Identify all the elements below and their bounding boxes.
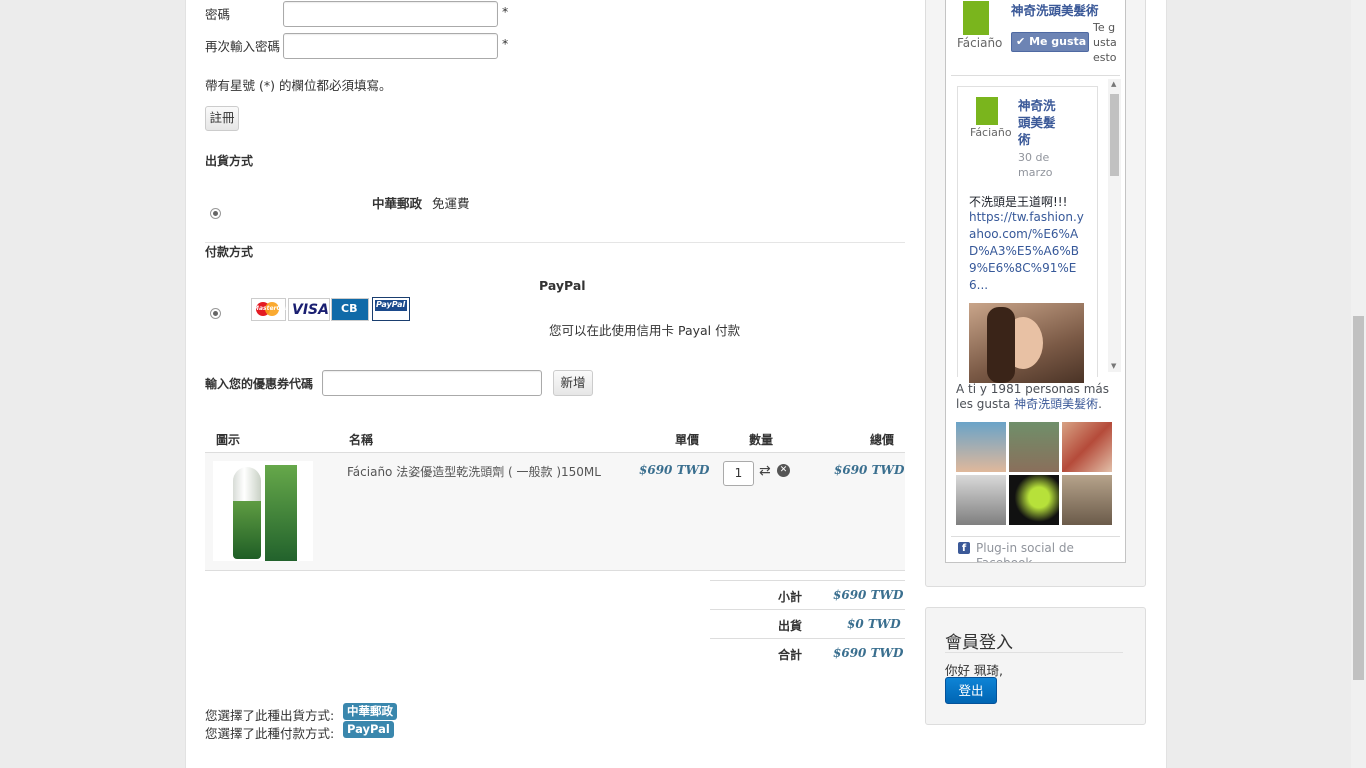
- fan-photos: [956, 422, 1116, 528]
- header-unit-price: 單價: [675, 433, 700, 447]
- login-heading: 會員登入: [945, 633, 1013, 653]
- payment-description: 您可以在此使用信用卡 Payal 付款: [549, 323, 741, 338]
- page-scrollbar-thumb[interactable]: [1353, 316, 1364, 680]
- scroll-up-icon[interactable]: ▲: [1111, 80, 1116, 88]
- post-text: 不洗頭是王道啊!!!: [969, 195, 1068, 209]
- line-total: $690 TWD: [834, 463, 905, 477]
- coupon-add-button[interactable]: 新增: [553, 370, 593, 396]
- visa-icon: VISA: [288, 298, 330, 321]
- selected-shipping-badge: 中華郵政: [343, 703, 397, 720]
- password-label: 密碼: [205, 7, 231, 22]
- check-icon: ✔: [1016, 35, 1026, 48]
- scroll-down-icon[interactable]: ▼: [1111, 362, 1116, 370]
- page-scrollbar[interactable]: [1351, 0, 1366, 768]
- required-mark: *: [502, 36, 509, 51]
- product-name[interactable]: Fáciaño 法姿優造型乾洗頭劑 ( 一般款 )150ML: [347, 463, 601, 480]
- quantity-input[interactable]: 1: [723, 461, 754, 486]
- remove-icon[interactable]: ✕: [777, 464, 790, 477]
- like-status: Te gusta esto: [1093, 21, 1117, 64]
- payment-radio[interactable]: [210, 308, 221, 319]
- refresh-icon[interactable]: ⇄: [759, 463, 771, 479]
- fan-avatar[interactable]: [1009, 475, 1059, 525]
- password-confirm-label: 再次輸入密碼: [205, 39, 281, 54]
- facebook-plugin-label[interactable]: Plug-in social de Facebook: [976, 541, 1096, 562]
- post-link[interactable]: https://tw.fashion.yahoo.com/%E6%AD%A3%E…: [969, 209, 1086, 294]
- facebook-icon: f: [958, 542, 970, 554]
- shipping-cost-value: $0 TWD: [847, 617, 901, 631]
- facebook-post: Fáciaño 神奇洗頭美髮術 30 de marzo 不洗頭是王道啊!!! h…: [957, 86, 1098, 383]
- facebook-page-logo[interactable]: Fáciaño: [957, 1, 1002, 50]
- coupon-input[interactable]: [322, 370, 542, 396]
- fan-avatar[interactable]: [1062, 422, 1112, 472]
- required-mark: *: [502, 4, 509, 19]
- register-button[interactable]: 註冊: [205, 106, 239, 131]
- header-image: 圖示: [216, 433, 241, 447]
- logout-button[interactable]: 登出: [945, 677, 997, 704]
- post-image[interactable]: [969, 303, 1084, 383]
- header-name: 名稱: [349, 433, 374, 447]
- selected-payment-badge: PayPal: [343, 721, 394, 738]
- shipping-note: 免運費: [432, 196, 470, 211]
- unit-price: $690 TWD: [639, 463, 710, 477]
- divider: [710, 609, 905, 610]
- shipping-radio[interactable]: [210, 208, 221, 219]
- facebook-widget: Fáciaño 神奇洗頭美髮術 ✔ Me gusta Te gusta esto…: [945, 0, 1126, 563]
- password-confirm-field[interactable]: [283, 33, 498, 59]
- fan-avatar[interactable]: [1009, 422, 1059, 472]
- total-value: $690 TWD: [833, 646, 904, 660]
- divider: [710, 580, 905, 581]
- subtotal-value: $690 TWD: [833, 588, 904, 602]
- coupon-label: 輸入您的優惠券代碼: [205, 377, 314, 391]
- divider: [951, 536, 1120, 537]
- table-row: Fáciaño 法姿優造型乾洗頭劑 ( 一般款 )150ML $690 TWD …: [205, 452, 905, 571]
- fan-avatar[interactable]: [956, 475, 1006, 525]
- divider: [205, 242, 905, 243]
- header-qty: 數量: [749, 433, 774, 447]
- header-total: 總價: [870, 433, 895, 447]
- payment-heading: 付款方式: [205, 245, 254, 259]
- cb-icon: CB: [331, 298, 369, 321]
- post-author[interactable]: 神奇洗頭美髮術: [1018, 97, 1066, 148]
- card-logos: MasterCard VISA CB PayPal: [251, 297, 411, 321]
- selected-shipping-text: 您選擇了此種出貨方式:: [205, 708, 335, 723]
- password-field[interactable]: [283, 1, 498, 27]
- facebook-page-name[interactable]: 神奇洗頭美髮術: [1011, 0, 1099, 19]
- selected-payment-text: 您選擇了此種付款方式:: [205, 726, 335, 741]
- payment-name: PayPal: [539, 278, 586, 293]
- mastercard-icon: MasterCard: [251, 298, 292, 321]
- shipping-carrier: 中華郵政: [372, 196, 423, 211]
- shipping-heading: 出貨方式: [205, 154, 254, 168]
- divider: [710, 638, 905, 639]
- shipping-cost-label: 出貨: [778, 619, 803, 633]
- likes-summary: A ti y 1981 personas más les gusta 神奇洗頭美…: [956, 382, 1109, 411]
- subtotal-label: 小計: [778, 590, 803, 604]
- paypal-icon: PayPal: [372, 297, 410, 321]
- divider: [945, 652, 1123, 653]
- like-button[interactable]: ✔ Me gusta: [1011, 32, 1089, 52]
- fan-avatar[interactable]: [956, 422, 1006, 472]
- post-scrollbar[interactable]: ▲ ▼: [1108, 79, 1121, 372]
- divider: [951, 75, 1120, 76]
- product-image[interactable]: [213, 461, 313, 561]
- post-avatar[interactable]: Fáciaño: [970, 97, 1012, 139]
- fan-avatar[interactable]: [1062, 475, 1112, 525]
- post-date[interactable]: 30 de marzo: [1018, 150, 1068, 180]
- total-label: 合計: [778, 648, 803, 662]
- required-note: 帶有星號 (*) 的欄位都必須填寫。: [205, 78, 392, 93]
